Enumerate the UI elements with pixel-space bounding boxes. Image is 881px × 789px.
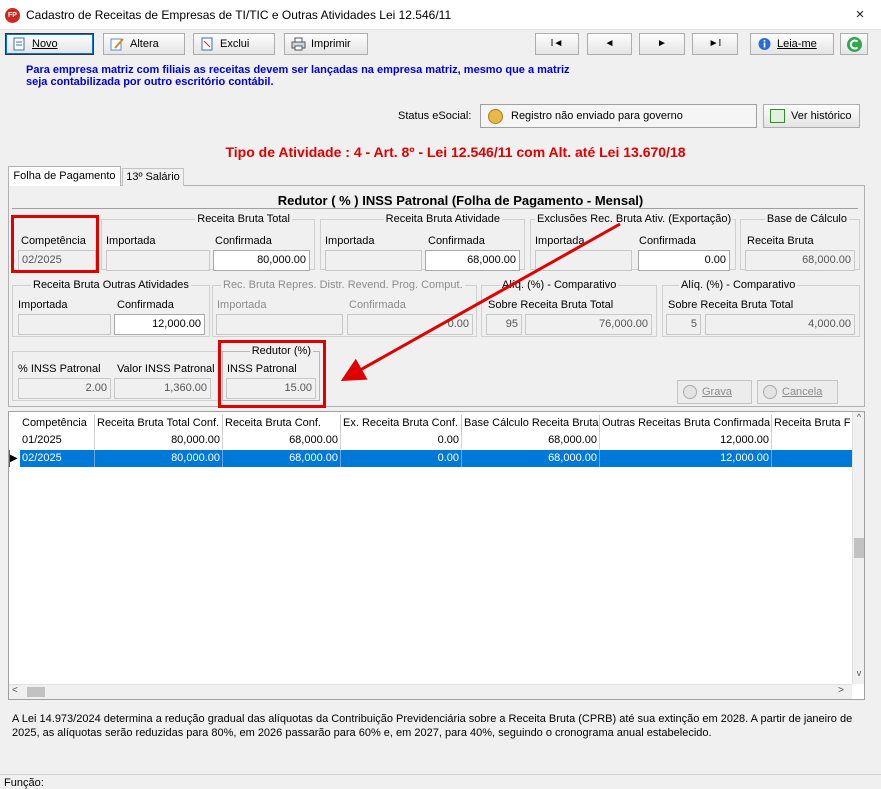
annotation-arrow (340, 222, 621, 381)
